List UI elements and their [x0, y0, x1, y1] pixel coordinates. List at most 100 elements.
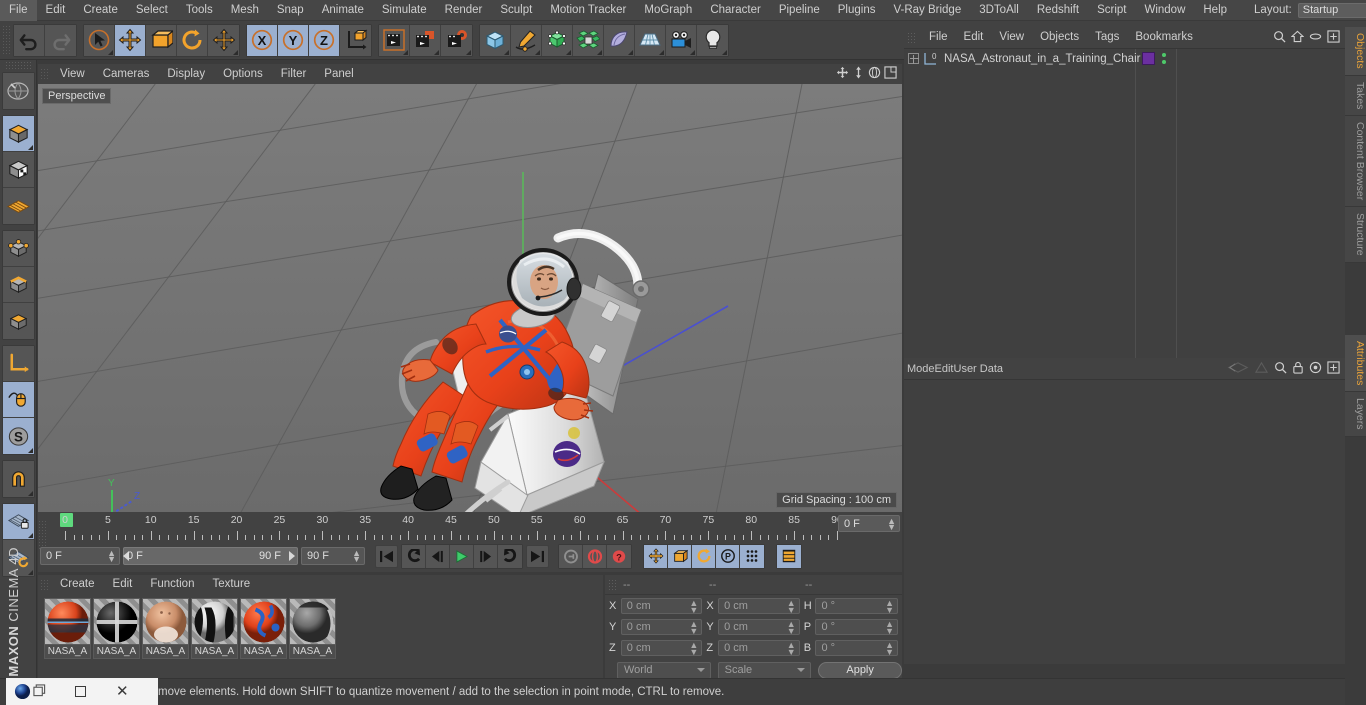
- current-frame-field[interactable]: 0 F ▲ ▼: [838, 515, 900, 532]
- param-key-icon[interactable]: P: [716, 544, 740, 568]
- deformer-icon[interactable]: [573, 24, 604, 56]
- play-icon[interactable]: [450, 544, 474, 568]
- generator-icon[interactable]: [542, 24, 573, 56]
- material-swatch[interactable]: [44, 598, 91, 645]
- menu-help[interactable]: Help: [1194, 0, 1236, 21]
- dolly-icon[interactable]: [852, 66, 865, 82]
- add-panel-icon[interactable]: [1327, 360, 1340, 377]
- menu-render[interactable]: Render: [436, 0, 492, 21]
- menu-vray-bridge[interactable]: V-Ray Bridge: [884, 0, 970, 21]
- cube-primitive-icon[interactable]: [480, 24, 511, 56]
- add-panel-icon[interactable]: [1327, 29, 1340, 46]
- range-right-arrow-icon[interactable]: [289, 551, 295, 561]
- render-settings-icon[interactable]: [441, 24, 472, 56]
- search-icon[interactable]: [1273, 30, 1286, 46]
- coordinate-mode-select[interactable]: Scale: [717, 661, 812, 679]
- render-view-icon[interactable]: [379, 24, 410, 56]
- spinner-icon[interactable]: ▲ ▼: [885, 641, 894, 657]
- viewport-menu-display[interactable]: Display: [158, 64, 214, 84]
- keyframe-selection-icon[interactable]: ?: [607, 544, 631, 568]
- coord-position-y-field[interactable]: 0 cm ▲ ▼: [620, 619, 703, 636]
- coord-size-z-field[interactable]: 0 cm ▲ ▼: [718, 640, 800, 657]
- menu-select[interactable]: Select: [127, 0, 177, 21]
- spinner-icon[interactable]: ▲ ▼: [787, 641, 796, 657]
- viewport-grip[interactable]: [40, 67, 49, 81]
- viewport-menu-panel[interactable]: Panel: [315, 64, 362, 84]
- menu-file[interactable]: File: [0, 0, 37, 21]
- point-level-anim-icon[interactable]: [740, 544, 764, 568]
- coord-rotation-p-field[interactable]: 0 ° ▲ ▼: [815, 619, 899, 636]
- timeline-grip[interactable]: [38, 520, 47, 550]
- search-icon[interactable]: [1274, 361, 1287, 377]
- object-tag-swatch[interactable]: [1142, 52, 1155, 65]
- pan-icon[interactable]: [836, 66, 849, 82]
- ellipse-icon[interactable]: [1309, 30, 1322, 46]
- nav-up-icon[interactable]: [1254, 361, 1269, 377]
- timeline-ruler[interactable]: 0 5 10 15 20 25 30 35 40 45 50 55 60 65 70 75 80 85 90 0 F…: [38, 512, 902, 550]
- tab-structure[interactable]: Structure: [1345, 207, 1366, 263]
- menu-script[interactable]: Script: [1088, 0, 1135, 21]
- material-item[interactable]: NASA_A: [191, 598, 238, 659]
- viewport-menu-view[interactable]: View: [51, 64, 94, 84]
- object-manager-tree[interactable]: 0 NASA_Astronaut_in_a_Training_Chair: [904, 48, 1345, 358]
- texture-mode-icon[interactable]: [2, 152, 34, 188]
- tab-objects[interactable]: Objects: [1345, 27, 1366, 76]
- visibility-dots-icon[interactable]: [1160, 52, 1168, 69]
- light-icon[interactable]: [697, 24, 728, 56]
- move-axis-icon[interactable]: [208, 24, 239, 56]
- viewport-menu-cameras[interactable]: Cameras: [94, 64, 159, 84]
- menu-redshift[interactable]: Redshift: [1028, 0, 1088, 21]
- material-swatch[interactable]: [93, 598, 140, 645]
- target-icon[interactable]: [1309, 361, 1322, 377]
- menu-mesh[interactable]: Mesh: [222, 0, 268, 21]
- spinner-icon[interactable]: ▲ ▼: [689, 620, 698, 636]
- magnet-snap-icon[interactable]: [2, 461, 34, 497]
- workplane-mode-icon[interactable]: [2, 188, 34, 224]
- menu-sculpt[interactable]: Sculpt: [491, 0, 541, 21]
- object-name[interactable]: NASA_Astronaut_in_a_Training_Chair: [944, 53, 1140, 65]
- scale-key-icon[interactable]: [668, 544, 692, 568]
- step-back-icon[interactable]: [426, 544, 450, 568]
- soft-selection-icon[interactable]: S: [2, 418, 34, 454]
- autokeying-icon[interactable]: [583, 544, 607, 568]
- material-item[interactable]: NASA_A: [93, 598, 140, 659]
- points-mode-icon[interactable]: [2, 231, 34, 267]
- rotate-icon[interactable]: [177, 24, 208, 56]
- select-arrow-icon[interactable]: [84, 24, 115, 56]
- close-window-icon[interactable]: ✕: [116, 684, 129, 699]
- environment-icon[interactable]: [604, 24, 635, 56]
- cinema4d-logo-icon[interactable]: [14, 683, 31, 700]
- spinner-icon[interactable]: ▲ ▼: [689, 599, 698, 615]
- coord-rotation-b-field[interactable]: 0 ° ▲ ▼: [815, 640, 899, 657]
- spinner-icon[interactable]: ▲ ▼: [107, 549, 116, 564]
- material-grip[interactable]: [40, 578, 49, 591]
- coord-size-y-field[interactable]: 0 cm ▲ ▼: [718, 619, 800, 636]
- timeline-range-bar[interactable]: 0 F 90 F: [123, 547, 298, 565]
- autokey-key-icon[interactable]: [559, 544, 583, 568]
- object-tree-row[interactable]: 0 NASA_Astronaut_in_a_Training_Chair: [904, 49, 1345, 68]
- coord-position-z-field[interactable]: 0 cm ▲ ▼: [620, 640, 703, 657]
- spinner-icon[interactable]: ▲ ▼: [885, 620, 894, 636]
- menu-create[interactable]: Create: [74, 0, 127, 21]
- attrmgr-menu-mode[interactable]: Mode: [907, 363, 935, 375]
- undo-view-icon[interactable]: [2, 73, 34, 109]
- menu-window[interactable]: Window: [1135, 0, 1194, 21]
- z-axis-icon[interactable]: Z: [309, 24, 340, 56]
- redo-icon[interactable]: [45, 24, 76, 56]
- coord-size-x-field[interactable]: 0 cm ▲ ▼: [718, 598, 800, 615]
- rotation-key-icon[interactable]: [692, 544, 716, 568]
- spinner-icon[interactable]: ▲ ▼: [352, 549, 361, 564]
- spinner-icon[interactable]: ▲ ▼: [887, 517, 896, 532]
- step-back-keyframe-icon[interactable]: [402, 544, 426, 568]
- material-swatch[interactable]: [289, 598, 336, 645]
- attribute-manager-body[interactable]: [904, 379, 1345, 664]
- timeline-end-field[interactable]: 90 F ▲ ▼: [301, 547, 365, 565]
- material-menu-function[interactable]: Function: [141, 575, 203, 594]
- spinner-icon[interactable]: ▲ ▼: [885, 599, 894, 615]
- viewport-menu-filter[interactable]: Filter: [272, 64, 316, 84]
- material-menu-create[interactable]: Create: [51, 575, 104, 594]
- step-forward-icon[interactable]: [474, 544, 498, 568]
- orbit-icon[interactable]: [868, 66, 881, 82]
- restore-window-icon[interactable]: [33, 683, 46, 700]
- viewport-3d-canvas[interactable]: Perspective Grid Spacing : 100 cm Y X Z: [38, 84, 902, 512]
